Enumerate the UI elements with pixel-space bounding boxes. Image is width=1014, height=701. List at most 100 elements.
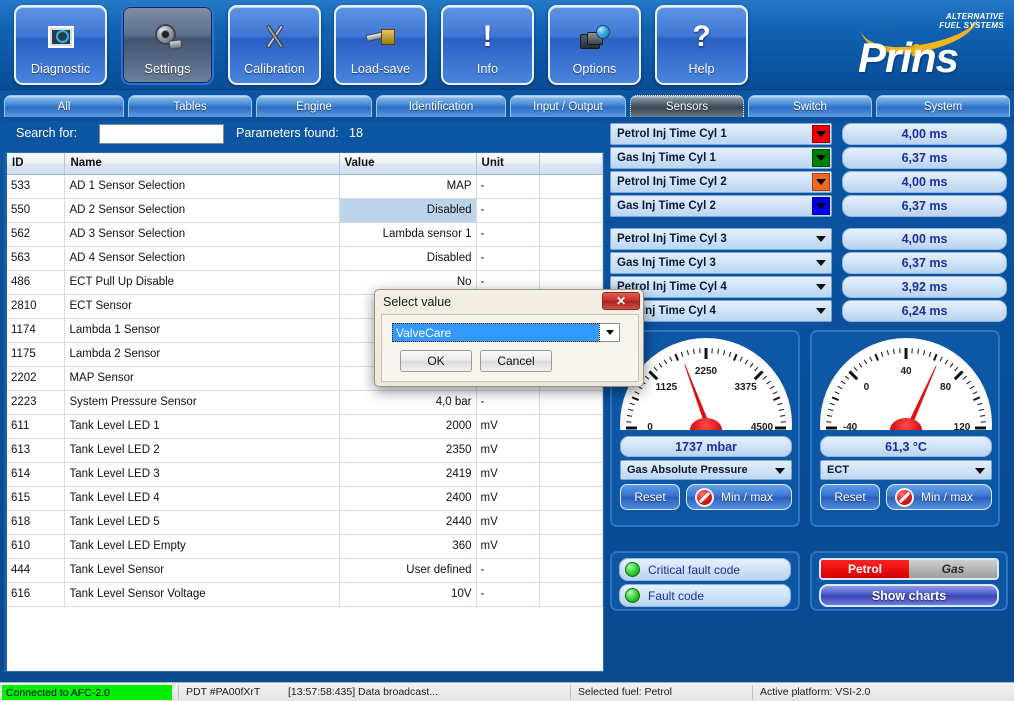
value-combobox[interactable]: ValveCare (392, 323, 620, 342)
cell-extra[interactable] (539, 174, 603, 199)
table-row[interactable]: 610 Tank Level LED Empty 360 mV (7, 534, 603, 559)
table-row[interactable]: 615 Tank Level LED 4 2400 mV (7, 486, 603, 511)
toolbar-button-settings[interactable]: Settings (121, 5, 214, 85)
cell-id[interactable]: 1174 (7, 318, 66, 343)
cell-name[interactable]: Tank Level LED 3 (64, 462, 340, 487)
cell-name[interactable]: Tank Level LED Empty (64, 534, 340, 559)
cell-extra[interactable] (539, 486, 603, 511)
cell-value[interactable]: User defined (339, 558, 477, 583)
cell-id[interactable]: 614 (7, 462, 66, 487)
tab-input-output[interactable]: Input / Output (510, 95, 626, 117)
cell-unit[interactable]: mV (476, 462, 540, 487)
table-row[interactable]: 562 AD 3 Sensor Selection Lambda sensor 1- (7, 222, 603, 247)
cell-id[interactable]: 610 (7, 534, 66, 559)
column-header-unit[interactable]: Unit (476, 153, 540, 175)
inj-select-gas-cyl3[interactable]: Gas Inj Time Cyl 3 (610, 252, 832, 274)
chevron-down-icon[interactable] (601, 324, 619, 341)
table-row[interactable]: 550 AD 2 Sensor Selection Disabled - (7, 198, 603, 223)
chevron-down-icon[interactable] (812, 125, 830, 143)
cell-unit[interactable]: - (476, 222, 540, 247)
toolbar-button-calibration[interactable]: Calibration (228, 5, 321, 85)
inj-select-petrol-cyl2[interactable]: Petrol Inj Time Cyl 2 (610, 171, 832, 193)
column-header-id[interactable]: ID (7, 153, 66, 175)
cell-id[interactable]: 533 (7, 174, 66, 199)
cell-id[interactable]: 611 (7, 414, 66, 439)
cell-name[interactable]: Tank Level LED 5 (64, 510, 340, 535)
inj-select-petrol-cyl1[interactable]: Petrol Inj Time Cyl 1 (610, 123, 832, 145)
close-icon[interactable]: ✕ (602, 292, 640, 310)
table-row[interactable]: 563 AD 4 Sensor Selection Disabled - (7, 246, 603, 271)
cell-id[interactable]: 444 (7, 558, 66, 583)
cell-name[interactable]: Tank Level LED 4 (64, 486, 340, 511)
cell-unit[interactable]: - (476, 174, 540, 199)
cell-name[interactable]: AD 4 Sensor Selection (64, 246, 340, 271)
column-header-value[interactable]: Value (339, 153, 477, 175)
cell-name[interactable]: ECT Sensor (64, 294, 340, 319)
cell-unit[interactable]: mV (476, 438, 540, 463)
cell-id[interactable]: 615 (7, 486, 66, 511)
search-input[interactable] (99, 124, 224, 144)
table-row[interactable]: 613 Tank Level LED 2 2350 mV (7, 438, 603, 463)
cell-value[interactable]: MAP (339, 174, 477, 199)
fault-code-button[interactable]: Fault code (619, 584, 791, 607)
cell-value[interactable]: 2400 (339, 486, 477, 511)
toolbar-button-load-save[interactable]: Load-save (334, 5, 427, 85)
cell-id[interactable]: 486 (7, 270, 66, 295)
cell-extra[interactable] (539, 390, 603, 415)
cell-value[interactable]: 2350 (339, 438, 477, 463)
table-row[interactable]: 2223 System Pressure Sensor 4,0 bar - (7, 390, 603, 415)
toolbar-button-help[interactable]: ? Help (655, 5, 748, 85)
cell-unit[interactable]: - (476, 246, 540, 271)
cell-name[interactable]: Lambda 1 Sensor (64, 318, 340, 343)
cell-extra[interactable] (539, 414, 603, 439)
cell-name[interactable]: Tank Level LED 1 (64, 414, 340, 439)
tab-tables[interactable]: Tables (128, 95, 252, 117)
reset-button-temperature[interactable]: Reset (820, 484, 880, 510)
cell-unit[interactable]: - (476, 198, 540, 223)
cell-extra[interactable] (539, 222, 603, 247)
cell-name[interactable]: Tank Level Sensor (64, 558, 340, 583)
tab-identification[interactable]: Identification (376, 95, 506, 117)
cell-value[interactable]: Lambda sensor 1 (339, 222, 477, 247)
chevron-down-icon[interactable] (812, 302, 830, 320)
cell-unit[interactable]: - (476, 558, 540, 583)
cell-extra[interactable] (539, 558, 603, 583)
cell-value[interactable]: Disabled (339, 198, 477, 223)
reset-button-pressure[interactable]: Reset (620, 484, 680, 510)
cell-id[interactable]: 2810 (7, 294, 66, 319)
tab-system[interactable]: System (876, 95, 1010, 117)
parameter-grid[interactable]: ID Name Value Unit 533 AD 1 Sensor Select… (4, 152, 604, 672)
cell-extra[interactable] (539, 438, 603, 463)
cell-id[interactable]: 550 (7, 198, 66, 223)
cell-id[interactable]: 1175 (7, 342, 66, 367)
fuel-segment-petrol[interactable]: Petrol (821, 560, 909, 578)
cell-name[interactable]: Tank Level LED 2 (64, 438, 340, 463)
critical-fault-code-button[interactable]: Critical fault code (619, 558, 791, 581)
inj-select-gas-cyl1[interactable]: Gas Inj Time Cyl 1 (610, 147, 832, 169)
table-row[interactable]: 611 Tank Level LED 1 2000 mV (7, 414, 603, 439)
minmax-button-pressure[interactable]: Min / max (686, 484, 792, 510)
cell-extra[interactable] (539, 198, 603, 223)
cell-id[interactable]: 613 (7, 438, 66, 463)
fuel-segment-gas[interactable]: Gas (909, 560, 997, 578)
cell-unit[interactable]: mV (476, 486, 540, 511)
toolbar-button-info[interactable]: ! Info (441, 5, 534, 85)
cell-value[interactable]: 2440 (339, 510, 477, 535)
tab-switch[interactable]: Switch (748, 95, 872, 117)
cell-extra[interactable] (539, 246, 603, 271)
cell-value[interactable]: Disabled (339, 246, 477, 271)
inj-select-petrol-cyl3[interactable]: Petrol Inj Time Cyl 3 (610, 228, 832, 250)
cell-id[interactable]: 618 (7, 510, 66, 535)
dialog-ok-button[interactable]: OK (400, 350, 472, 372)
cell-unit[interactable]: mV (476, 510, 540, 535)
cell-unit[interactable]: - (476, 390, 540, 415)
toolbar-button-diagnostic[interactable]: Diagnostic (14, 5, 107, 85)
tab-sensors[interactable]: Sensors (630, 95, 744, 117)
table-row[interactable]: 618 Tank Level LED 5 2440 mV (7, 510, 603, 535)
column-header-extra[interactable] (539, 153, 603, 175)
show-charts-button[interactable]: Show charts (819, 584, 999, 607)
chevron-down-icon[interactable] (812, 149, 830, 167)
dialog-cancel-button[interactable]: Cancel (480, 350, 552, 372)
toolbar-button-options[interactable]: Options (548, 5, 641, 85)
cell-name[interactable]: AD 3 Sensor Selection (64, 222, 340, 247)
